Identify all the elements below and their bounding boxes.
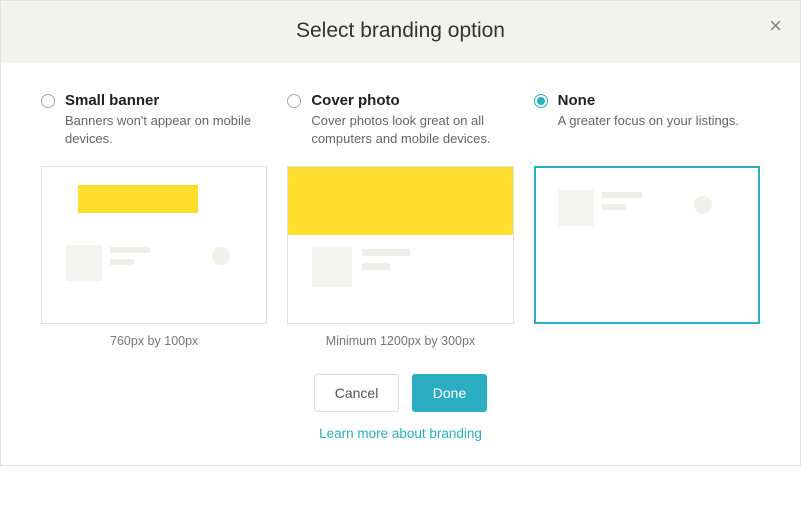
- line-placeholder-icon: [110, 247, 150, 253]
- radio-none[interactable]: [534, 94, 548, 108]
- circle-placeholder-icon: [212, 247, 230, 265]
- learn-more-link[interactable]: Learn more about branding: [41, 426, 760, 441]
- banner-placeholder-icon: [78, 185, 198, 213]
- line-placeholder-icon: [362, 249, 410, 256]
- option-text: Cover photo Cover photos look great on a…: [311, 92, 513, 148]
- option-title[interactable]: Cover photo: [311, 92, 513, 109]
- option-head: None A greater focus on your listings.: [534, 92, 760, 160]
- option-text: None A greater focus on your listings.: [558, 92, 739, 130]
- option-head: Cover photo Cover photos look great on a…: [287, 92, 513, 160]
- option-caption: 760px by 100px: [41, 334, 267, 350]
- options-row: Small banner Banners won't appear on mob…: [41, 92, 760, 350]
- option-small-banner[interactable]: Small banner Banners won't appear on mob…: [41, 92, 267, 350]
- cancel-button[interactable]: Cancel: [314, 374, 400, 412]
- close-button[interactable]: ×: [769, 15, 782, 37]
- line-placeholder-icon: [362, 263, 390, 270]
- option-desc: Cover photos look great on all computers…: [311, 112, 513, 148]
- preview-small-banner[interactable]: [41, 166, 267, 324]
- modal-header: Select branding option ×: [1, 1, 800, 62]
- thumb-placeholder-icon: [312, 247, 352, 287]
- preview-cover-photo[interactable]: [287, 166, 513, 324]
- line-placeholder-icon: [110, 259, 134, 265]
- option-caption: [534, 334, 760, 350]
- thumb-placeholder-icon: [66, 245, 102, 281]
- thumb-placeholder-icon: [558, 190, 594, 226]
- cover-placeholder-icon: [288, 167, 512, 235]
- circle-placeholder-icon: [694, 196, 712, 214]
- line-placeholder-icon: [602, 204, 626, 210]
- radio-small-banner[interactable]: [41, 94, 55, 108]
- option-text: Small banner Banners won't appear on mob…: [65, 92, 267, 148]
- radio-cover-photo[interactable]: [287, 94, 301, 108]
- option-caption: Minimum 1200px by 300px: [287, 334, 513, 350]
- modal-body: Small banner Banners won't appear on mob…: [1, 62, 800, 465]
- option-desc: Banners won't appear on mobile devices.: [65, 112, 267, 148]
- option-cover-photo[interactable]: Cover photo Cover photos look great on a…: [287, 92, 513, 350]
- done-button[interactable]: Done: [412, 374, 487, 412]
- line-placeholder-icon: [602, 192, 642, 198]
- option-desc: A greater focus on your listings.: [558, 112, 739, 130]
- option-title[interactable]: None: [558, 92, 739, 109]
- option-head: Small banner Banners won't appear on mob…: [41, 92, 267, 160]
- option-title[interactable]: Small banner: [65, 92, 267, 109]
- modal-actions: Cancel Done: [41, 374, 760, 412]
- option-none[interactable]: None A greater focus on your listings.: [534, 92, 760, 350]
- preview-none[interactable]: [534, 166, 760, 324]
- branding-modal: Select branding option × Small banner Ba…: [0, 0, 801, 466]
- modal-title: Select branding option: [21, 19, 780, 43]
